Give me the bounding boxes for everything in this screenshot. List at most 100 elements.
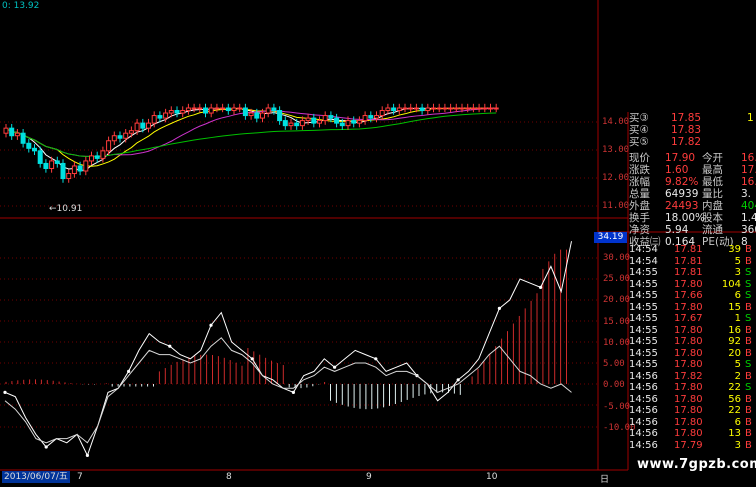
tick-volume: 13 <box>728 428 741 439</box>
candle-body <box>396 107 402 112</box>
tick-time: 14:55 <box>629 336 658 347</box>
tick-price: 17.80 <box>674 336 703 347</box>
indicator-axis-label: -5.00 <box>603 402 631 412</box>
tick-volume: 39 <box>728 244 741 255</box>
quote-label: 涨幅 <box>629 176 650 188</box>
candle-body <box>66 173 72 180</box>
tick-price: 17.82 <box>674 370 703 382</box>
indicator-point <box>250 357 254 361</box>
candle-body <box>322 115 328 122</box>
quote-row: 涨幅 9.82%最低 16. <box>629 176 756 188</box>
indicator-axis-label: 30.00 <box>603 253 631 263</box>
candle-body <box>294 122 300 127</box>
candle-body <box>317 120 322 124</box>
quote-label: 换手 <box>629 212 650 224</box>
quote-label: 现价 <box>629 152 650 164</box>
indicator-axis-label: 15.00 <box>603 317 631 327</box>
indicator-bars <box>5 249 567 410</box>
quote-value: 9.82% <box>665 176 699 188</box>
tick-row: 14:55 17.81 3 S <box>629 267 756 278</box>
candle-body <box>379 110 385 117</box>
quote-value: 24493 <box>665 200 699 212</box>
tick-row: 14:55 17.80 16 B <box>629 325 756 336</box>
indicator-line-fast <box>4 241 572 457</box>
tick-time: 14:55 <box>629 278 658 290</box>
tick-time: 14:56 <box>629 416 658 428</box>
tick-price: 17.80 <box>674 405 703 416</box>
indicator-current-value: 34.19 <box>594 232 627 243</box>
tick-price: 17.80 <box>674 416 703 428</box>
candle-body <box>265 107 271 114</box>
bid-row-3: 买③ 17.85 1 <box>629 112 754 124</box>
candle-body <box>425 107 431 112</box>
indicator-point <box>44 445 48 449</box>
quote-label: 净资 <box>629 224 650 236</box>
candle-body <box>168 110 174 114</box>
candle-body <box>180 110 186 114</box>
candle-body <box>208 107 214 114</box>
quote-row: 涨跌 1.60 最高 17. <box>629 164 756 176</box>
quote-value: 16. <box>741 176 756 188</box>
tick-price: 17.81 <box>674 267 703 278</box>
indicator-point <box>209 323 213 327</box>
candle-body <box>26 142 32 149</box>
tick-side: S <box>745 359 752 370</box>
candle-body <box>482 107 488 110</box>
indicator-point <box>333 365 337 369</box>
tick-volume: 6 <box>734 416 741 428</box>
candle-body <box>368 115 374 119</box>
tick-side: B <box>745 428 752 439</box>
bid-row-5: 买⑤ 17.82 <box>629 136 702 148</box>
tick-volume: 22 <box>728 382 741 393</box>
candle-body <box>391 107 397 112</box>
tick-volume: 1 <box>734 313 741 324</box>
candle-body <box>3 127 9 134</box>
tick-time: 14:54 <box>629 244 658 255</box>
tick-time: 14:55 <box>629 301 658 313</box>
candle-body <box>197 107 203 110</box>
candle-body <box>493 107 499 110</box>
quote-label: 总量 <box>629 188 650 200</box>
candle-body <box>288 122 294 127</box>
candle-body <box>282 120 288 127</box>
tick-side: S <box>745 290 752 301</box>
candle-body <box>117 135 123 139</box>
tick-price: 17.80 <box>674 347 703 359</box>
quote-label: 量比 <box>702 188 723 200</box>
candle-body <box>134 122 140 132</box>
indicator-axis-label: 10.00 <box>603 338 631 348</box>
tick-side: S <box>745 267 752 278</box>
candle-body <box>214 107 220 110</box>
quote-label: 内盘 <box>702 200 723 212</box>
quote-row: 外盘 24493内盘 404 <box>629 200 756 212</box>
tick-price: 17.80 <box>674 359 703 370</box>
tick-price: 17.80 <box>674 428 703 439</box>
candle-body <box>100 150 106 159</box>
x-tick: 9 <box>366 472 372 482</box>
tick-side: B <box>745 416 752 428</box>
indicator-point <box>291 390 295 394</box>
tick-row: 14:56 17.80 6 B <box>629 417 756 428</box>
indicator-axis-label: 0.00 <box>603 380 625 390</box>
tick-time: 14:56 <box>629 393 658 405</box>
indicator-grid <box>0 257 598 428</box>
indicator-point <box>539 285 543 289</box>
candle-body <box>71 165 77 175</box>
bid-row-4: 买④ 17.83 <box>629 124 702 136</box>
tick-price: 17.66 <box>674 290 703 301</box>
tick-side: B <box>745 301 752 313</box>
candle-body <box>225 107 231 112</box>
tick-row: 14:54 17.81 5 B <box>629 256 756 267</box>
candle-body <box>476 107 482 110</box>
candle-body <box>334 117 340 124</box>
tick-row: 14:56 17.80 22 S <box>629 382 756 393</box>
candle-body <box>146 122 151 129</box>
tick-side: S <box>745 382 752 393</box>
quote-value: 17.90 <box>665 152 696 164</box>
tick-row: 14:54 17.81 39 B <box>629 244 756 255</box>
tick-time: 14:55 <box>629 290 658 301</box>
tick-row: 14:55 17.67 1 S <box>629 313 756 324</box>
day-period-button[interactable]: 日 <box>600 472 609 485</box>
indicator-point <box>497 306 501 310</box>
candle-body <box>465 107 471 110</box>
